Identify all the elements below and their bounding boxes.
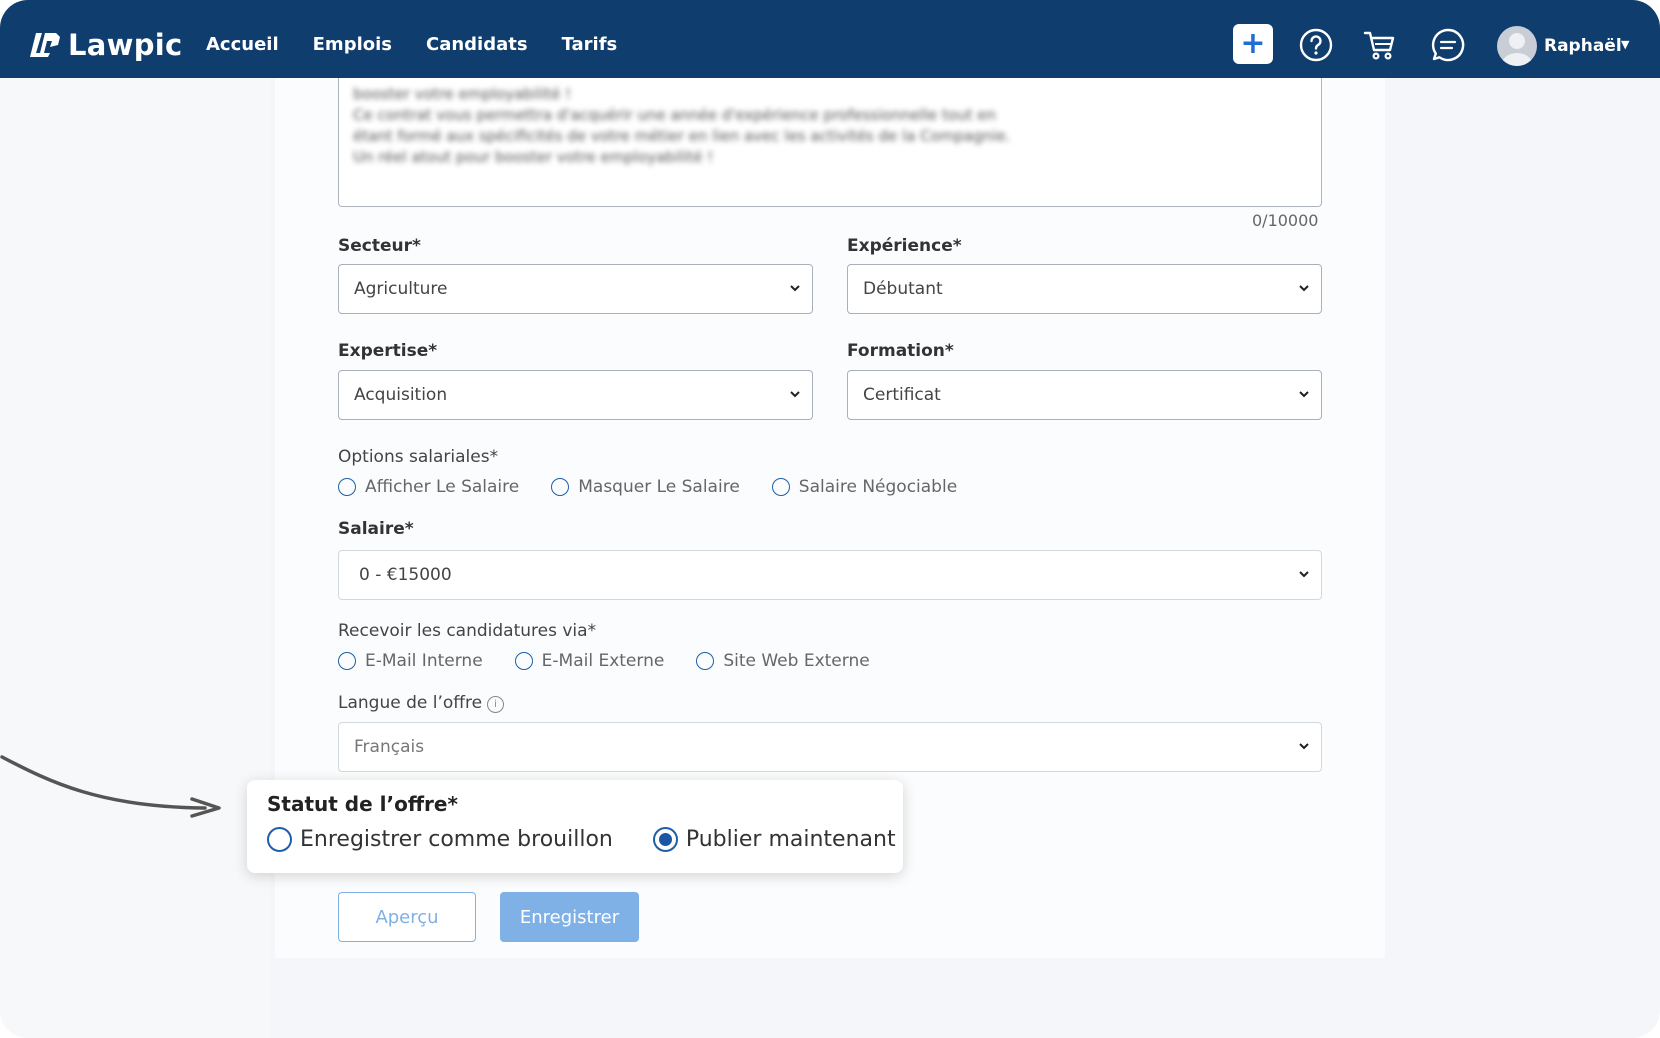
radio-label: Publier maintenant [685, 827, 896, 852]
salaire-value: 0 - €15000 [359, 565, 452, 585]
top-navbar: Lawpic Accueil Emplois Candidats Tarifs … [0, 0, 1660, 78]
help-icon[interactable] [1298, 27, 1334, 63]
status-options: Enregistrer comme brouillon Publier main… [267, 827, 896, 852]
radio-dot [658, 833, 672, 846]
app-frame: Lawpic Accueil Emplois Candidats Tarifs … [0, 0, 1660, 1038]
langue-select[interactable]: Français [338, 722, 1322, 772]
nav-link-accueil[interactable]: Accueil [206, 34, 279, 55]
expertise-select[interactable]: Acquisition [338, 370, 813, 420]
radio-brouillon[interactable]: Enregistrer comme brouillon [267, 827, 613, 852]
radio-label: Salaire Négociable [798, 477, 958, 497]
status-label: Statut de l’offre* [267, 792, 458, 816]
logo[interactable]: Lawpic [30, 28, 183, 62]
experience-value: Débutant [863, 279, 943, 299]
chevron-down-icon [1299, 571, 1309, 578]
description-text: booster votre employabilité ! Ce contrat… [353, 85, 1011, 166]
radio-label: E-Mail Externe [541, 651, 665, 671]
langue-label-text: Langue de l’offre [338, 693, 483, 713]
experience-label: Expérience* [847, 236, 962, 256]
plus-icon: + [1240, 26, 1266, 61]
radio-label: E-Mail Interne [365, 651, 483, 671]
radio-circle[interactable] [771, 478, 790, 496]
radio-circle[interactable] [696, 652, 715, 670]
add-button[interactable]: + [1233, 24, 1273, 64]
secteur-label: Secteur* [338, 236, 421, 256]
formation-label: Formation* [847, 341, 954, 361]
nav-links: Accueil Emplois Candidats Tarifs [206, 34, 651, 55]
logo-text: Lawpic [68, 28, 183, 62]
chat-icon[interactable] [1430, 27, 1466, 63]
expertise-value: Acquisition [354, 385, 448, 405]
radio-label: Site Web Externe [723, 651, 870, 671]
salaire-label: Salaire* [338, 519, 414, 539]
receive-via-group: E-Mail Interne E-Mail Externe Site Web E… [338, 651, 902, 671]
radio-circle[interactable] [514, 652, 533, 670]
save-button[interactable]: Enregistrer [500, 892, 639, 942]
chevron-down-icon [1299, 285, 1309, 292]
user-icon [1502, 33, 1532, 66]
preview-button[interactable]: Aperçu [338, 892, 476, 942]
salary-options-label: Options salariales* [338, 447, 499, 467]
radio-site-web-externe[interactable]: Site Web Externe [696, 651, 870, 671]
langue-value: Français [354, 737, 425, 757]
user-name[interactable]: Raphaël [1544, 36, 1622, 56]
radio-circle[interactable] [267, 827, 292, 852]
secteur-value: Agriculture [354, 279, 448, 299]
radio-circle[interactable] [338, 478, 356, 496]
radio-email-interne[interactable]: E-Mail Interne [338, 651, 483, 671]
description-textarea[interactable]: booster votre employabilité ! Ce contrat… [338, 78, 1322, 207]
radio-publier[interactable]: Publier maintenant [652, 827, 896, 852]
status-callout: Statut de l’offre* Enregistrer comme bro… [247, 780, 903, 873]
info-icon[interactable]: i [487, 696, 505, 713]
salary-options-group: Afficher Le Salaire Masquer Le Salaire S… [338, 477, 989, 497]
radio-afficher-salaire[interactable]: Afficher Le Salaire [338, 477, 519, 497]
salaire-select[interactable]: 0 - €15000 [338, 550, 1322, 600]
chevron-down-icon [790, 285, 800, 292]
formation-value: Certificat [863, 385, 941, 405]
logo-icon [30, 33, 60, 57]
experience-select[interactable]: Débutant [847, 264, 1322, 314]
chevron-down-icon [1299, 391, 1309, 398]
radio-masquer-salaire[interactable]: Masquer Le Salaire [551, 477, 740, 497]
cart-icon[interactable] [1362, 27, 1398, 63]
langue-label: Langue de l’offre i [338, 693, 505, 713]
radio-circle[interactable] [338, 652, 356, 670]
arrow-annotation [0, 755, 221, 818]
chevron-down-icon [790, 391, 800, 398]
radio-label: Afficher Le Salaire [365, 477, 520, 497]
chevron-down-icon [1299, 743, 1309, 750]
avatar[interactable] [1497, 26, 1537, 66]
radio-email-externe[interactable]: E-Mail Externe [514, 651, 665, 671]
radio-circle[interactable] [551, 478, 570, 496]
radio-circle-selected[interactable] [652, 827, 678, 852]
receive-via-label: Recevoir les candidatures via* [338, 621, 597, 641]
secteur-select[interactable]: Agriculture [338, 264, 813, 314]
radio-label: Masquer Le Salaire [578, 477, 740, 497]
character-counter: 0/10000 [1252, 211, 1319, 230]
chevron-down-icon[interactable]: ▼ [1621, 38, 1629, 51]
nav-link-candidats[interactable]: Candidats [426, 34, 528, 55]
radio-salaire-negociable[interactable]: Salaire Négociable [771, 477, 958, 497]
nav-link-tarifs[interactable]: Tarifs [562, 34, 618, 55]
nav-link-emplois[interactable]: Emplois [313, 34, 392, 55]
formation-select[interactable]: Certificat [847, 370, 1322, 420]
radio-label: Enregistrer comme brouillon [300, 827, 613, 852]
expertise-label: Expertise* [338, 341, 438, 361]
left-panel [0, 78, 270, 1038]
